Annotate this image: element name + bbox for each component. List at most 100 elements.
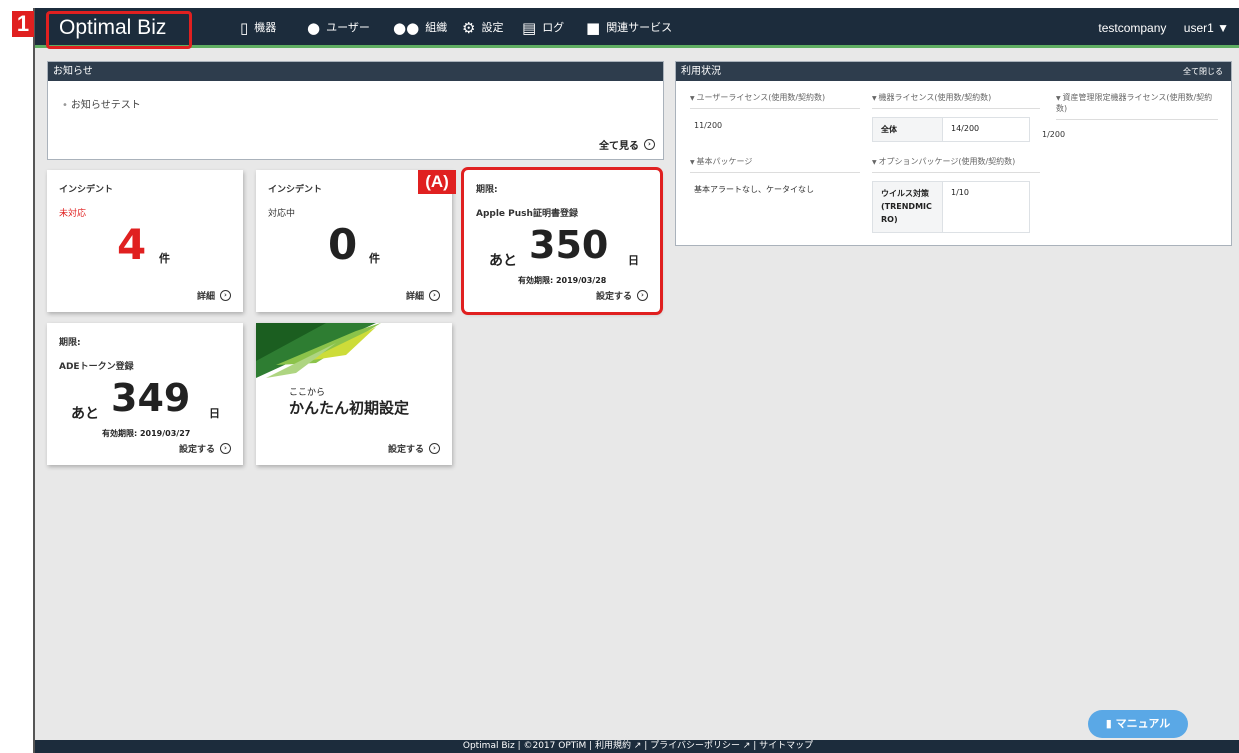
- card-title: インシデント: [59, 185, 114, 195]
- ade-token-days: 349: [111, 376, 191, 420]
- ade-token-expiry: 有効期限: 2019/03/27: [102, 429, 191, 438]
- nav-label: ユーザー: [326, 21, 370, 34]
- notice-item-text: お知らせテスト: [70, 100, 141, 111]
- footer: Optimal Biz | ©2017 OPTiM | 利用規約 ↗ | プライ…: [35, 740, 1239, 753]
- days-unit: 日: [209, 407, 220, 420]
- usage-panel-title: 利用状況: [681, 66, 721, 77]
- nav-label: 機器: [254, 21, 277, 34]
- option-package-row-label: ウイルス対策(TRENDMICRO): [872, 180, 943, 234]
- nav-item-devices[interactable]: ▯ 機器: [240, 8, 276, 48]
- document-icon: ▤: [522, 19, 537, 37]
- configure-link[interactable]: 設定する ›: [179, 442, 231, 455]
- manual-button[interactable]: ▮ マニュアル: [1088, 710, 1188, 738]
- card-title: 期限:: [476, 185, 498, 195]
- annotation-highlight-logo: [46, 11, 192, 49]
- gear-icon: ⚙: [462, 19, 476, 37]
- option-package-table: ウイルス対策(TRENDMICRO) 1/10: [872, 180, 1030, 234]
- annotation-tag-1: 1: [12, 11, 34, 37]
- top-nav-bar: Optimal Biz ▯ 機器 ● ユーザー ●● 組織 ⚙ 設定 ▤ ログ …: [35, 8, 1239, 49]
- notice-panel-title: お知らせ: [48, 62, 663, 81]
- nav-label: ログ: [542, 21, 565, 34]
- incident-status: 未対応: [59, 209, 87, 219]
- nav-label: 関連サービス: [606, 21, 673, 34]
- chevron-right-icon: ›: [220, 290, 231, 301]
- configure-link[interactable]: 設定する ›: [388, 442, 440, 455]
- incident-open-count: 4: [117, 220, 147, 269]
- days-prefix: あと: [489, 253, 517, 269]
- apple-push-card[interactable]: 期限: Apple Push証明書登録 あと 350 日 有効期限: 2019/…: [461, 167, 663, 315]
- count-unit: 件: [369, 252, 380, 265]
- configure-label: 設定する: [387, 445, 424, 455]
- option-package-row-value: 1/10: [942, 180, 1030, 234]
- book-icon: ▮: [1105, 717, 1116, 730]
- incident-progress-count: 0: [328, 220, 358, 269]
- nav-label: 設定: [481, 21, 504, 34]
- manual-label: マニュアル: [1115, 717, 1171, 730]
- notice-item[interactable]: • お知らせテスト: [62, 96, 141, 111]
- notice-panel: お知らせ • お知らせテスト 全て見る ›: [47, 61, 664, 160]
- device-license-header[interactable]: ▼ 機器ライセンス(使用数/契約数): [872, 92, 1040, 109]
- basic-package-label: 基本パッケージ: [696, 157, 753, 166]
- count-unit: 件: [159, 252, 170, 265]
- card-title: インシデント: [268, 185, 323, 195]
- configure-link[interactable]: 設定する ›: [596, 289, 648, 302]
- user-license-label: ユーザーライセンス(使用数/契約数): [696, 93, 826, 102]
- detail-label: 詳細: [405, 292, 424, 302]
- nav-label: 組織: [425, 21, 448, 34]
- usage-panel-header: 利用状況 全て閉じる: [676, 62, 1231, 81]
- app-frame: Optimal Biz ▯ 機器 ● ユーザー ●● 組織 ⚙ 設定 ▤ ログ …: [33, 8, 1239, 753]
- user-icon: ●: [307, 19, 321, 37]
- nav-item-users[interactable]: ● ユーザー: [307, 8, 370, 48]
- detail-link[interactable]: 詳細 ›: [406, 289, 440, 302]
- green-banner-graphic: [256, 323, 381, 378]
- ade-token-card[interactable]: 期限: ADEトークン登録 あと 349 日 有効期限: 2019/03/27 …: [47, 323, 243, 465]
- device-license-row-value: 14/200: [942, 117, 1030, 142]
- notice-more-link[interactable]: 全て見る ›: [599, 137, 655, 152]
- user-license-header[interactable]: ▼ ユーザーライセンス(使用数/契約数): [690, 92, 860, 109]
- chevron-right-icon: ›: [644, 139, 655, 150]
- chevron-right-icon: ›: [429, 443, 440, 454]
- notice-more-label: 全て見る: [599, 141, 639, 152]
- nav-item-logs[interactable]: ▤ ログ: [522, 8, 564, 48]
- detail-label: 詳細: [196, 292, 215, 302]
- device-license-row-label: 全体: [872, 117, 943, 142]
- asset-license-value: 1/200: [1042, 130, 1066, 139]
- apple-push-expiry: 有効期限: 2019/03/28: [518, 276, 607, 285]
- days-prefix: あと: [71, 406, 99, 422]
- device-license-label: 機器ライセンス(使用数/契約数): [878, 93, 992, 102]
- asset-license-header[interactable]: ▼ 資産管理限定機器ライセンス(使用数/契約数): [1056, 92, 1218, 120]
- days-unit: 日: [628, 254, 639, 267]
- detail-link[interactable]: 詳細 ›: [197, 289, 231, 302]
- group-icon: ●●: [393, 19, 420, 37]
- account-menu[interactable]: testcompany user1 ▼: [1084, 8, 1229, 48]
- asset-license-label: 資産管理限定機器ライセンス(使用数/契約数): [1056, 93, 1213, 113]
- configure-label: 設定する: [178, 445, 215, 455]
- ade-token-name: ADEトークン登録: [59, 362, 134, 372]
- nav-item-organization[interactable]: ●● 組織: [393, 8, 447, 48]
- usage-panel: 利用状況 全て閉じる ▼ ユーザーライセンス(使用数/契約数) 11/200 ▼…: [675, 61, 1232, 246]
- annotation-tag-a: (A): [418, 170, 456, 194]
- incident-open-card[interactable]: インシデント 未対応 4 件 詳細 ›: [47, 170, 243, 312]
- chevron-right-icon: ›: [637, 290, 648, 301]
- incident-status: 対応中: [268, 209, 296, 219]
- chevron-right-icon: ›: [220, 443, 231, 454]
- basic-package-header[interactable]: ▼ 基本パッケージ: [690, 156, 860, 173]
- user-name: user1 ▼: [1183, 21, 1229, 35]
- user-license-value: 11/200: [694, 121, 723, 130]
- nav-item-settings[interactable]: ⚙ 設定: [462, 8, 503, 48]
- company-name: testcompany: [1098, 21, 1167, 35]
- nav-item-related-services[interactable]: ■ 関連サービス: [586, 8, 672, 48]
- option-package-header[interactable]: ▼ オプションパッケージ(使用数/契約数): [872, 156, 1040, 173]
- collapse-all-link[interactable]: 全て閉じる: [1183, 62, 1223, 81]
- configure-label: 設定する: [595, 292, 632, 302]
- apple-push-name: Apple Push証明書登録: [476, 209, 578, 219]
- easy-setup-title: かんたん初期設定: [289, 399, 410, 417]
- card-title: 期限:: [59, 338, 81, 348]
- folder-icon: ■: [586, 19, 601, 37]
- chevron-right-icon: ›: [429, 290, 440, 301]
- device-license-table: 全体 14/200: [872, 117, 1030, 142]
- easy-setup-card[interactable]: ここから かんたん初期設定 設定する ›: [256, 323, 452, 465]
- device-icon: ▯: [240, 19, 249, 37]
- basic-package-value: 基本アラートなし、ケータイなし: [694, 185, 814, 194]
- apple-push-days: 350: [529, 223, 609, 267]
